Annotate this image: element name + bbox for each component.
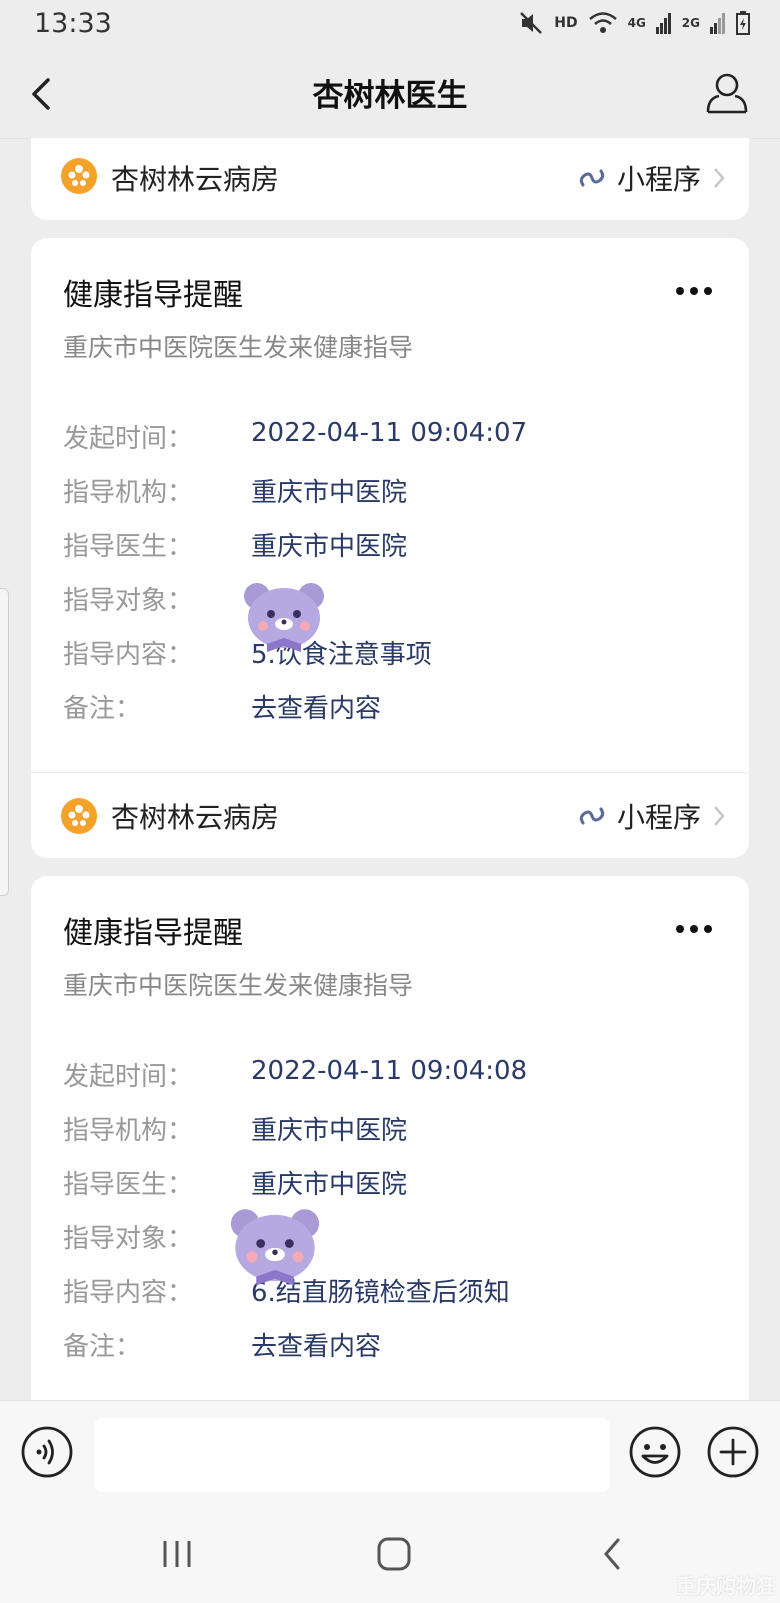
- signal-icon-2: [710, 13, 725, 34]
- emoji-icon[interactable]: [628, 1425, 682, 1479]
- health-guide-card-1[interactable]: 健康指导提醒 重庆市中医院医生发来健康指导 发起时间： 2022-04-11 0…: [31, 238, 749, 858]
- field-value: 去查看内容: [251, 694, 382, 724]
- mute-icon: [520, 12, 543, 34]
- field-label: 发起时间：: [63, 1062, 194, 1092]
- field-value: 重庆市中医院: [251, 1116, 408, 1146]
- watermark-text: 重庆购物狂: [676, 1574, 776, 1598]
- mini-program-link[interactable]: 小程序: [577, 796, 727, 836]
- bear-sticker-icon: [244, 583, 324, 652]
- voice-input-icon[interactable]: [20, 1425, 74, 1479]
- field-row-target: 指导对象：: [63, 1218, 723, 1258]
- field-label: 指导对象：: [63, 1224, 194, 1254]
- bear-sticker-icon: [230, 1209, 320, 1286]
- network-2g-label: 2G: [681, 16, 700, 30]
- mini-program-name: 杏树林云病房: [111, 801, 280, 834]
- field-label: 指导医生：: [63, 1170, 194, 1200]
- field-row-note: 备注： 去查看内容: [63, 688, 723, 728]
- mini-program-row[interactable]: 杏树林云病房 小程序: [31, 138, 749, 220]
- field-row-content: 指导内容： 6.结直肠镜检查后须知: [63, 1272, 723, 1312]
- card-title: 健康指导提醒: [63, 278, 243, 313]
- page-title: 杏树林医生: [312, 78, 468, 114]
- field-value: 去查看内容: [251, 1332, 382, 1362]
- side-edge-handle[interactable]: [0, 588, 9, 896]
- chat-input-bar: [0, 1400, 780, 1507]
- status-bar: 13:33 HD 4G 2G: [0, 0, 780, 50]
- field-label: 备注：: [63, 1332, 142, 1362]
- field-row-doctor: 指导医生： 重庆市中医院: [63, 1164, 723, 1204]
- field-label: 指导机构：: [63, 478, 194, 508]
- mini-program-icon: [579, 169, 605, 187]
- field-row-target: 指导对象：: [63, 580, 723, 620]
- more-options-icon[interactable]: [675, 284, 713, 298]
- mini-program-name: 杏树林云病房: [111, 163, 280, 196]
- signal-icon: [655, 13, 671, 34]
- field-label: 备注：: [63, 694, 142, 724]
- hd-badge: HD: [554, 15, 578, 31]
- field-value: 2022-04-11 09:04:07: [251, 418, 528, 448]
- health-guide-card-2[interactable]: 健康指导提醒 重庆市中医院医生发来健康指导 发起时间： 2022-04-11 0…: [31, 876, 749, 1400]
- field-label: 指导机构：: [63, 1116, 194, 1146]
- field-row-institution: 指导机构： 重庆市中医院: [63, 472, 723, 512]
- xingshulin-logo-icon: [61, 158, 97, 194]
- battery-icon: [736, 11, 750, 35]
- card-divider: [31, 772, 749, 773]
- mini-program-card-top[interactable]: 杏树林云病房 小程序: [31, 138, 749, 220]
- message-input[interactable]: [94, 1418, 610, 1492]
- card-subtitle: 重庆市中医院医生发来健康指导: [63, 333, 414, 362]
- home-icon[interactable]: [376, 1536, 412, 1572]
- field-value: 重庆市中医院: [251, 478, 408, 508]
- nav-bar: 杏树林医生: [0, 50, 780, 139]
- field-label: 指导内容：: [63, 1278, 194, 1308]
- system-back-icon[interactable]: [600, 1536, 624, 1572]
- field-label: 指导内容：: [63, 640, 194, 670]
- card-title: 健康指导提醒: [63, 916, 243, 951]
- wifi-icon: [588, 12, 617, 33]
- status-time: 13:33: [34, 8, 112, 39]
- chevron-right-icon: [714, 806, 725, 826]
- recent-apps-icon[interactable]: [160, 1538, 194, 1570]
- field-row-institution: 指导机构： 重庆市中医院: [63, 1110, 723, 1150]
- mini-program-link[interactable]: 小程序: [577, 158, 727, 198]
- more-options-icon[interactable]: [675, 922, 713, 936]
- mini-program-row[interactable]: 杏树林云病房 小程序: [31, 774, 749, 858]
- mini-program-icon: [579, 807, 605, 825]
- system-nav-bar: 重庆购物狂: [0, 1506, 780, 1603]
- xingshulin-logo-icon: [61, 798, 97, 834]
- mini-program-label: 小程序: [616, 801, 701, 834]
- field-value: 2022-04-11 09:04:08: [251, 1056, 528, 1086]
- status-icons: HD 4G 2G: [518, 10, 750, 36]
- field-row-note: 备注： 去查看内容: [63, 1326, 723, 1366]
- field-row-content: 指导内容： 5.饮食注意事项: [63, 634, 723, 674]
- field-label: 发起时间：: [63, 424, 194, 454]
- mini-program-label: 小程序: [616, 163, 701, 196]
- field-value: 重庆市中医院: [251, 532, 408, 562]
- field-label: 指导医生：: [63, 532, 194, 562]
- chevron-right-icon: [714, 168, 725, 188]
- profile-icon[interactable]: [704, 70, 750, 116]
- field-row-time: 发起时间： 2022-04-11 09:04:07: [63, 418, 723, 458]
- card-subtitle: 重庆市中医院医生发来健康指导: [63, 971, 414, 1000]
- field-label: 指导对象：: [63, 586, 194, 616]
- field-row-time: 发起时间： 2022-04-11 09:04:08: [63, 1056, 723, 1096]
- plus-icon[interactable]: [706, 1425, 760, 1479]
- field-value: 重庆市中医院: [251, 1170, 408, 1200]
- network-4g-label: 4G: [627, 16, 646, 30]
- field-row-doctor: 指导医生： 重庆市中医院: [63, 526, 723, 566]
